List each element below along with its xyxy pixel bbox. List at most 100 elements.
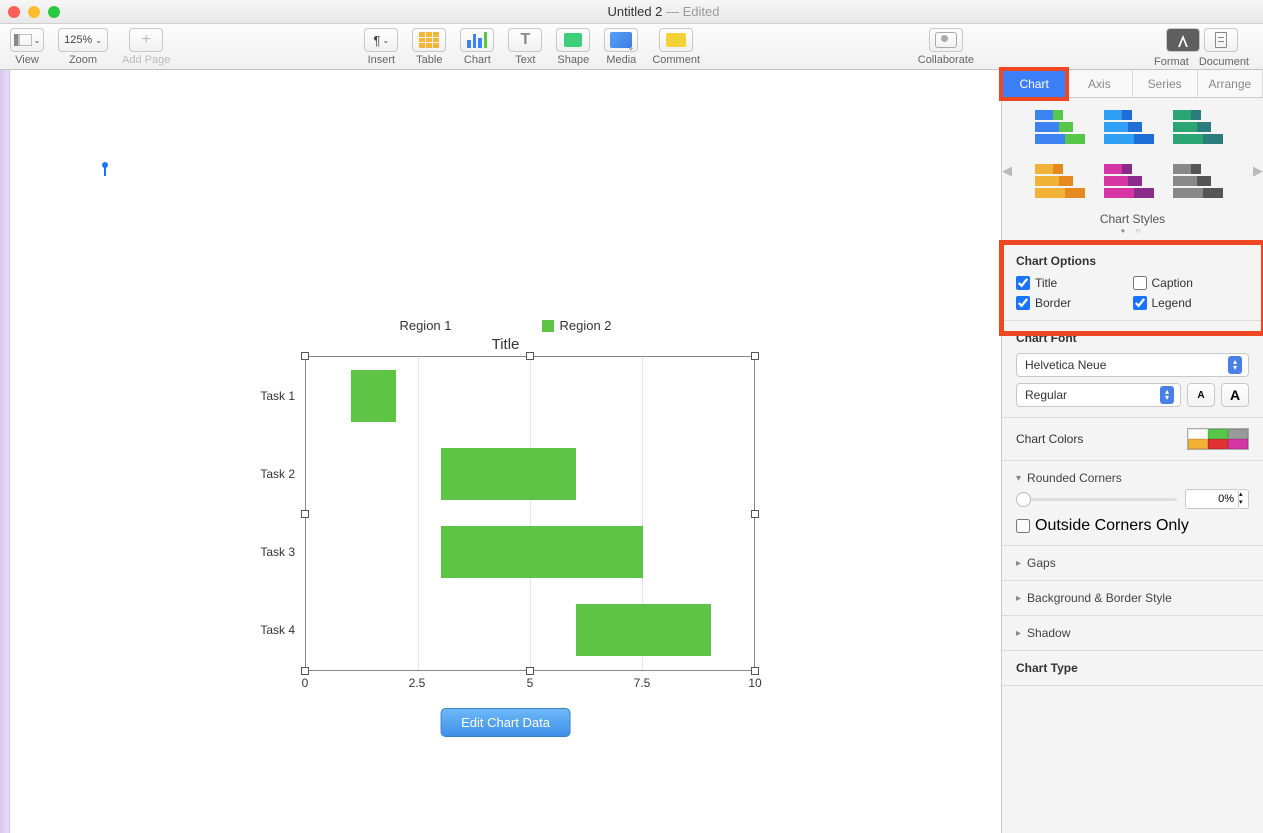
x-label-1: 2.5 [409, 676, 426, 690]
styles-prev-icon[interactable]: ◀ [1002, 163, 1012, 179]
shape-button[interactable] [556, 28, 590, 52]
view-label: View [15, 54, 39, 66]
document-button[interactable] [1204, 28, 1238, 52]
chart-legend[interactable]: Region 1 Region 2 [10, 318, 1001, 333]
selection-handle[interactable] [751, 510, 759, 518]
chart-style-thumb[interactable] [1035, 162, 1093, 206]
sidebar-tabs: Chart Axis Series Arrange [1002, 70, 1263, 98]
edit-chart-data-button[interactable]: Edit Chart Data [440, 708, 571, 737]
chart-colors-panel: Chart Colors [1002, 417, 1263, 460]
collaborate-button[interactable] [929, 28, 963, 52]
chart-button[interactable] [460, 28, 494, 52]
document-canvas[interactable]: Region 1 Region 2 Title [10, 70, 1001, 833]
chart-title[interactable]: Title [10, 336, 1001, 353]
collaborate-label: Collaborate [918, 54, 974, 66]
table-label: Table [416, 54, 442, 66]
rounded-corners-stepper[interactable]: ▴▾ [1239, 489, 1249, 509]
chart-style-thumb[interactable] [1173, 108, 1231, 152]
document-name: Untitled 2 [607, 4, 662, 19]
tab-chart[interactable]: Chart [1002, 70, 1067, 97]
toolbar: ⌄ View 125%⌄ Zoom + Add Page ¶⌄ Insert T… [0, 24, 1263, 70]
font-weight-select[interactable]: Regular▴▾ [1016, 383, 1181, 407]
y-label-task2: Task 2 [235, 467, 295, 481]
chart-label: Chart [464, 54, 491, 66]
selection-handle[interactable] [526, 667, 534, 675]
font-size-larger-button[interactable]: A [1221, 383, 1249, 407]
gaps-panel: Gaps [1002, 545, 1263, 580]
format-sidebar: Chart Axis Series Arrange ◀ ▶ [1001, 70, 1263, 833]
bar-task4[interactable] [576, 604, 711, 656]
comment-button[interactable] [659, 28, 693, 52]
bar-task3[interactable] [441, 526, 643, 578]
chart-colors-heading: Chart Colors [1016, 432, 1083, 446]
tab-arrange[interactable]: Arrange [1198, 70, 1263, 97]
chart-styles-label: Chart Styles [1014, 212, 1251, 226]
media-button[interactable] [604, 28, 638, 52]
x-label-2: 5 [527, 676, 534, 690]
rounded-corners-disclosure[interactable]: Rounded Corners [1016, 471, 1249, 485]
add-page-label: Add Page [122, 54, 170, 66]
table-button[interactable] [412, 28, 446, 52]
font-family-select[interactable]: Helvetica Neue▴▾ [1016, 353, 1249, 377]
format-label: Format [1154, 56, 1189, 68]
selection-handle[interactable] [301, 510, 309, 518]
chart-plot-area[interactable] [305, 356, 755, 671]
document-label: Document [1199, 56, 1249, 68]
zoom-window-icon[interactable] [48, 6, 60, 18]
y-label-task4: Task 4 [235, 623, 295, 637]
selection-handle[interactable] [526, 352, 534, 360]
x-label-4: 10 [748, 676, 761, 690]
shadow-panel: Shadow [1002, 615, 1263, 650]
checkbox-legend[interactable]: Legend [1133, 296, 1250, 310]
view-button[interactable]: ⌄ [10, 28, 44, 52]
checkbox-caption[interactable]: Caption [1133, 276, 1250, 290]
selection-handle[interactable] [751, 667, 759, 675]
legend-item-region2[interactable]: Region 2 [542, 318, 612, 333]
rounded-corners-slider[interactable] [1016, 498, 1177, 501]
gaps-disclosure[interactable]: Gaps [1016, 556, 1249, 570]
styles-next-icon[interactable]: ▶ [1253, 163, 1263, 179]
bar-task2[interactable] [441, 448, 576, 500]
document-title: Untitled 2 — Edited [72, 4, 1255, 19]
window-titlebar: Untitled 2 — Edited [0, 0, 1263, 24]
tab-axis[interactable]: Axis [1067, 70, 1132, 97]
insert-button[interactable]: ¶⌄ [364, 28, 398, 52]
bg-border-disclosure[interactable]: Background & Border Style [1016, 591, 1249, 605]
rounded-corners-value[interactable]: 0% [1185, 489, 1239, 509]
checkbox-border[interactable]: Border [1016, 296, 1133, 310]
traffic-lights [8, 6, 60, 18]
document-status: — Edited [666, 4, 720, 19]
chart-options-heading: Chart Options [1016, 254, 1249, 268]
checkbox-outside-corners[interactable]: Outside Corners Only [1016, 517, 1249, 535]
chart-options-panel: Chart Options Title Caption Border Legen… [1002, 243, 1263, 320]
chart-style-thumb[interactable] [1104, 108, 1162, 152]
minimize-window-icon[interactable] [28, 6, 40, 18]
chart-font-panel: Chart Font Helvetica Neue▴▾ Regular▴▾ A … [1002, 320, 1263, 417]
bar-task1[interactable] [351, 370, 396, 422]
legend-item-region1[interactable]: Region 1 [399, 318, 451, 333]
chart-font-heading: Chart Font [1016, 331, 1249, 345]
tab-series[interactable]: Series [1133, 70, 1198, 97]
zoom-select[interactable]: 125%⌄ [58, 28, 108, 52]
chart-style-thumb[interactable] [1035, 108, 1093, 152]
font-size-smaller-button[interactable]: A [1187, 383, 1215, 407]
format-button[interactable] [1166, 28, 1200, 52]
checkbox-title[interactable]: Title [1016, 276, 1133, 290]
comment-label: Comment [652, 54, 700, 66]
rounded-corners-panel: Rounded Corners 0% ▴▾ Outside Corners On… [1002, 460, 1263, 545]
chart-colors-picker[interactable] [1187, 428, 1249, 450]
media-label: Media [606, 54, 636, 66]
shadow-disclosure[interactable]: Shadow [1016, 626, 1249, 640]
chart-style-thumb[interactable] [1104, 162, 1162, 206]
selection-handle[interactable] [751, 352, 759, 360]
selection-handle[interactable] [301, 667, 309, 675]
close-window-icon[interactable] [8, 6, 20, 18]
text-label: Text [515, 54, 535, 66]
legend-swatch-region2 [542, 320, 554, 332]
styles-page-dots[interactable]: ● ○ [1014, 226, 1251, 235]
selection-handle[interactable] [301, 352, 309, 360]
add-page-button[interactable]: + [129, 28, 163, 52]
legend-label-region2: Region 2 [560, 318, 612, 333]
chart-style-thumb[interactable] [1173, 162, 1231, 206]
text-button[interactable]: T [508, 28, 542, 52]
